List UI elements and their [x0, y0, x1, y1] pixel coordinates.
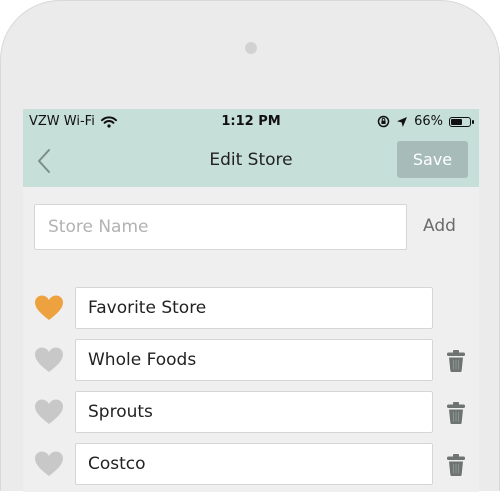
- battery-fill: [451, 118, 462, 125]
- store-row: Costco: [23, 443, 479, 485]
- heart-icon[interactable]: [34, 398, 64, 426]
- store-row: Whole Foods: [23, 339, 479, 381]
- phone-frame: VZW Wi-Fi 1:12 PM 66% Edit Store Save St…: [0, 0, 500, 492]
- heart-icon[interactable]: [34, 346, 64, 374]
- battery-icon: [449, 116, 474, 127]
- store-name[interactable]: Sprouts: [75, 391, 433, 433]
- store-row: Favorite Store: [23, 287, 479, 329]
- trash-icon[interactable]: [445, 453, 467, 477]
- trash-icon[interactable]: [445, 349, 467, 373]
- store-name[interactable]: Costco: [75, 443, 433, 485]
- add-button[interactable]: Add: [423, 216, 456, 236]
- store-name-input[interactable]: [34, 204, 407, 250]
- heart-icon[interactable]: [34, 294, 64, 322]
- add-store-row: Add: [23, 204, 479, 250]
- trash-icon[interactable]: [445, 401, 467, 425]
- nav-bar: Edit Store Save: [23, 137, 479, 183]
- app-screen: VZW Wi-Fi 1:12 PM 66% Edit Store Save St…: [23, 109, 479, 492]
- store-name[interactable]: Whole Foods: [75, 339, 433, 381]
- store-row: Sprouts: [23, 391, 479, 433]
- camera-dot: [245, 42, 257, 54]
- store-name[interactable]: Favorite Store: [75, 287, 433, 329]
- orientation-lock-icon: [377, 115, 390, 128]
- status-right: 66%: [371, 114, 474, 129]
- header: VZW Wi-Fi 1:12 PM 66% Edit Store Save: [23, 109, 479, 187]
- location-arrow-icon: [397, 116, 408, 127]
- battery-percent: 66%: [414, 114, 443, 129]
- status-bar: VZW Wi-Fi 1:12 PM 66%: [23, 114, 479, 134]
- save-button[interactable]: Save: [397, 141, 468, 178]
- heart-icon[interactable]: [34, 450, 64, 478]
